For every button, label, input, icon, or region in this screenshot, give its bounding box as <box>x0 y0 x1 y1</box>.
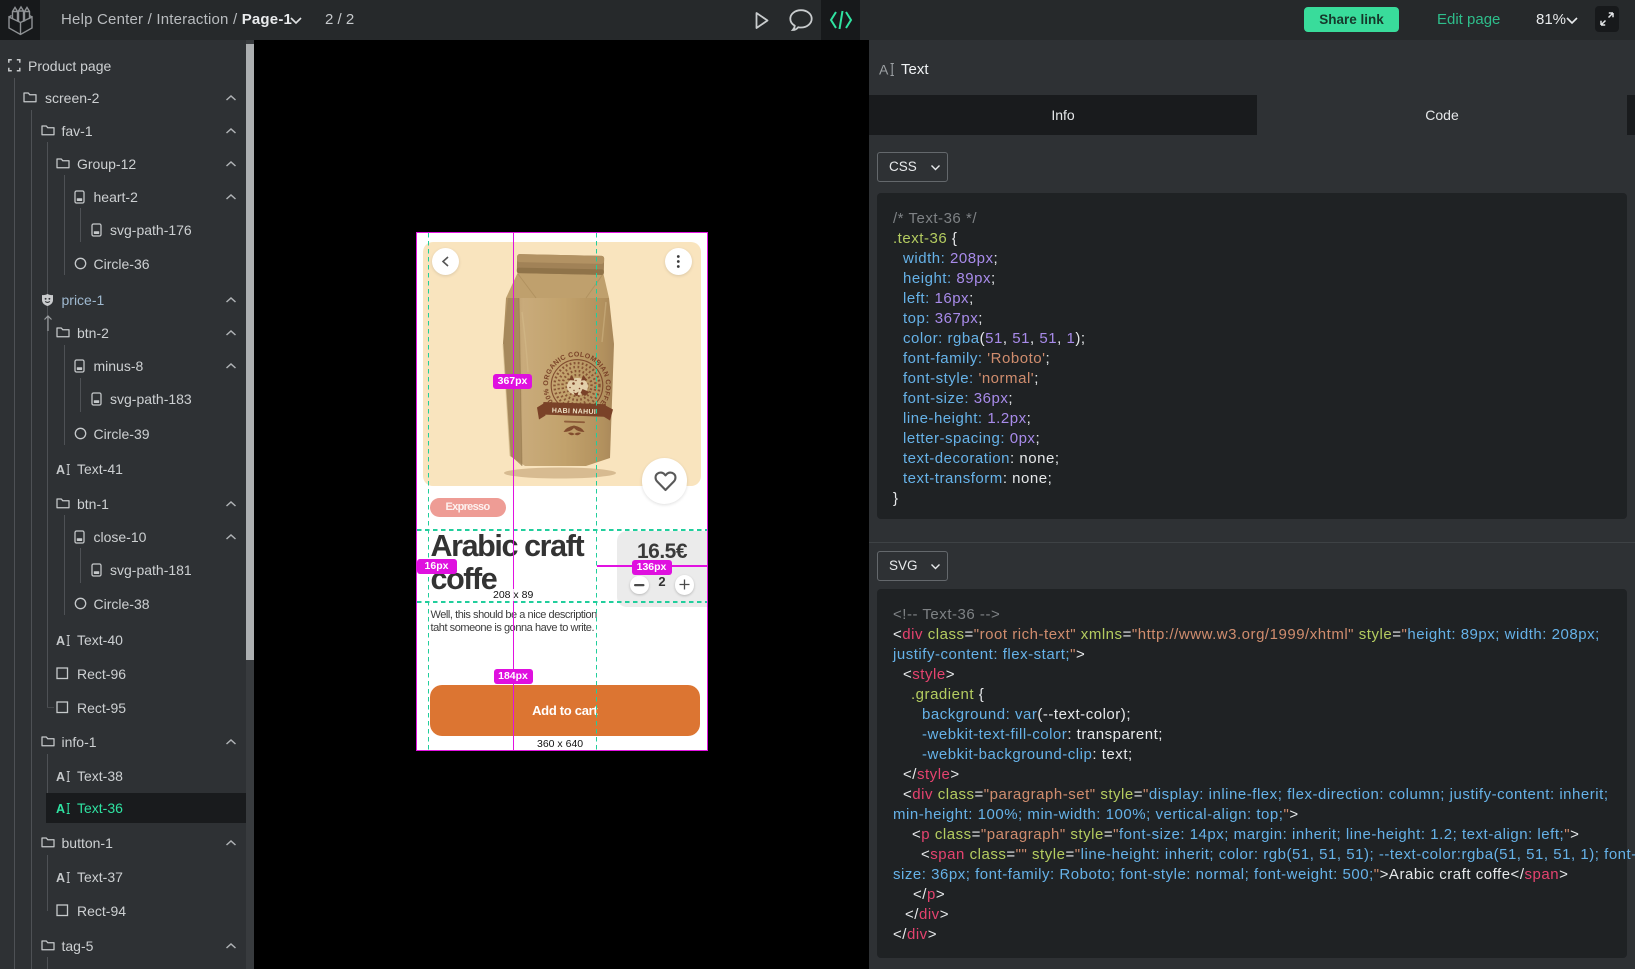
svg-text:A: A <box>879 62 889 77</box>
svg-text:A: A <box>56 463 65 476</box>
svg-text:A: A <box>56 871 65 884</box>
svg-text:A: A <box>56 634 65 647</box>
svg-text:A: A <box>56 802 65 815</box>
svg-text:A: A <box>56 770 65 783</box>
